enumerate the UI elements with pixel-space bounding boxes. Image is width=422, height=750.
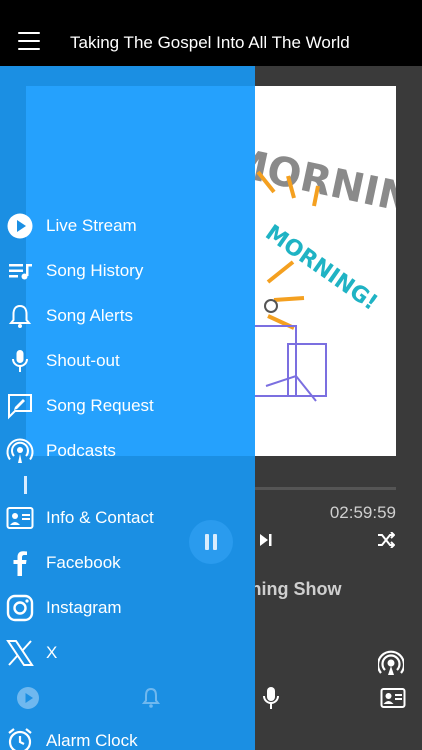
menu-item-label: Instagram	[46, 598, 122, 617]
shout-out-tab-icon[interactable]	[262, 686, 280, 715]
podcast-icon	[6, 438, 34, 463]
alerts-tab-icon[interactable]	[141, 687, 161, 714]
alarm-clock-icon	[8, 728, 32, 750]
play-circle-icon	[7, 213, 33, 239]
instagram-icon	[6, 594, 34, 622]
time-remaining: 02:59:59	[329, 503, 396, 522]
menu-item-label: Podcasts	[46, 441, 116, 460]
menu-item-label: Shout-out	[46, 351, 120, 370]
request-icon	[8, 394, 32, 420]
menu-item-label: Song Request	[46, 396, 154, 415]
shuffle-icon[interactable]	[377, 531, 396, 553]
menu-item-song-alerts[interactable]: Song Alerts	[0, 296, 255, 336]
menu-item-podcasts[interactable]: Podcasts	[0, 431, 255, 471]
menu-item-label: Song Alerts	[46, 306, 133, 325]
menu-item-song-request[interactable]: Song Request	[0, 386, 255, 426]
pause-button[interactable]	[189, 520, 233, 564]
facebook-icon	[13, 551, 27, 576]
menu-item-live-stream[interactable]: Live Stream	[0, 206, 255, 246]
contact-card-icon	[6, 507, 34, 529]
menu-item-instagram[interactable]: Instagram	[0, 588, 255, 628]
menu-item-shout-out[interactable]: Shout-out	[0, 341, 255, 381]
x-icon	[6, 640, 34, 666]
app-title: Taking The Gospel Into All The World	[70, 33, 350, 52]
play-tab-icon[interactable]	[16, 686, 40, 715]
bell-icon	[8, 304, 32, 328]
menu-item-label: Info & Contact	[46, 508, 154, 527]
podcast-tab-icon[interactable]	[376, 650, 406, 681]
menu-item-label: Alarm Clock	[46, 731, 138, 750]
menu-item-label: X	[46, 643, 58, 662]
contact-tab-icon[interactable]	[380, 687, 406, 714]
next-track-icon[interactable]	[259, 533, 273, 552]
pause-icon	[205, 534, 217, 550]
menu-item-song-history[interactable]: Song History	[0, 251, 255, 291]
menu-item-x[interactable]: X	[0, 633, 255, 673]
top-bar: Taking The Gospel Into All The World	[0, 0, 422, 66]
menu-item-alarm-clock[interactable]: Alarm Clock	[0, 721, 255, 750]
navigation-drawer: Live Stream Song History Song Alerts Sho…	[0, 66, 255, 750]
microphone-icon	[12, 350, 28, 372]
menu-hamburger-icon[interactable]	[18, 30, 42, 54]
menu-item-label: Live Stream	[46, 216, 137, 235]
scroll-indicator	[24, 476, 27, 494]
song-history-icon	[9, 264, 32, 280]
menu-item-label: Facebook	[46, 553, 121, 572]
menu-item-label: Song History	[46, 261, 144, 280]
